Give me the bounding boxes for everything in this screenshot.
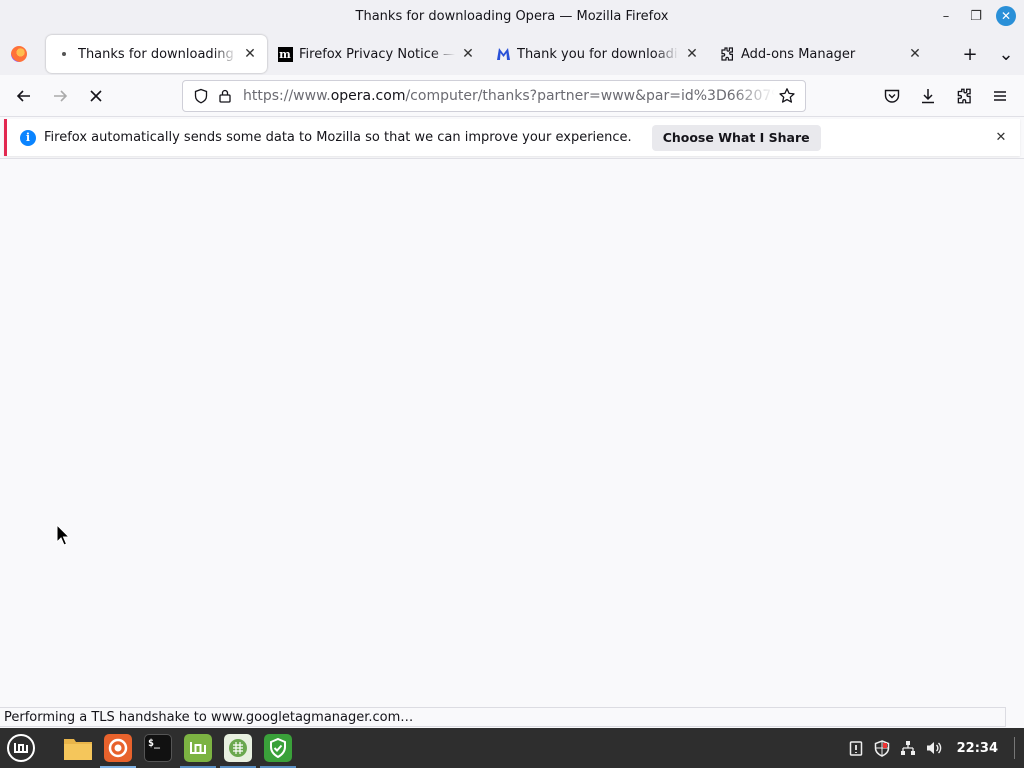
new-tab-button[interactable]: +: [952, 36, 988, 72]
tab-label: Add-ons Manager: [741, 46, 856, 62]
lock-icon[interactable]: [213, 84, 237, 108]
clipboard-alert-icon[interactable]: [847, 739, 865, 757]
tab-close-button[interactable]: ✕: [906, 45, 924, 63]
url-text[interactable]: https://www.opera.com/computer/thanks?pa…: [237, 88, 775, 104]
bookmark-star-icon[interactable]: [775, 84, 799, 108]
tab-strip: Thanks for downloading Opera ✕ m Firefox…: [0, 33, 1024, 75]
app-menu-button[interactable]: [982, 80, 1018, 112]
extensions-button[interactable]: [946, 80, 982, 112]
forward-button[interactable]: [42, 80, 78, 112]
terminal-icon: $_: [144, 734, 172, 762]
hamburger-menu-icon: [994, 91, 1006, 101]
tab-label: Thank you for downloading Malwarebytes: [517, 46, 679, 62]
tab-opera-thanks[interactable]: Thanks for downloading Opera ✕: [46, 35, 267, 73]
malwarebytes-icon: [495, 46, 511, 62]
show-desktop-button[interactable]: [1014, 737, 1018, 759]
close-x-icon: [90, 89, 102, 102]
close-window-button[interactable]: ✕: [996, 6, 1016, 26]
navigation-toolbar: https://www.opera.com/computer/thanks?pa…: [0, 75, 1024, 117]
terminal-launcher[interactable]: $_: [138, 728, 178, 768]
pocket-icon: [884, 89, 900, 103]
tracking-protection-shield-icon[interactable]: [189, 84, 213, 108]
taskbar: $_ 22:34: [0, 728, 1024, 768]
window-titlebar: Thanks for downloading Opera — Mozilla F…: [0, 0, 1024, 33]
status-panel: Performing a TLS handshake to www.google…: [0, 707, 1006, 727]
minimize-button[interactable]: –: [936, 6, 956, 26]
list-all-tabs-button[interactable]: ⌄: [988, 36, 1024, 72]
notification-message: Firefox automatically sends some data to…: [44, 130, 632, 145]
puzzle-icon: [957, 88, 971, 104]
firefox-icon: [104, 734, 132, 762]
firefox-view-button[interactable]: [0, 33, 38, 75]
mouse-pointer-icon: [56, 524, 71, 546]
mozilla-m-icon: m: [277, 46, 293, 62]
spreadsheet-icon: [224, 734, 252, 762]
stop-loading-button[interactable]: [78, 80, 114, 112]
mintupdate-icon: [184, 734, 212, 762]
tab-close-button[interactable]: ✕: [683, 45, 701, 63]
mint-menu-button[interactable]: [0, 728, 42, 768]
arrow-right-icon: [54, 89, 68, 102]
tab-firefox-privacy[interactable]: m Firefox Privacy Notice — Mozilla ✕: [267, 35, 485, 73]
tab-close-button[interactable]: ✕: [459, 45, 477, 63]
choose-what-i-share-button[interactable]: Choose What I Share: [651, 124, 821, 151]
maximize-button[interactable]: ❐: [966, 6, 986, 26]
mint-menu-icon: [7, 734, 35, 762]
downloads-button[interactable]: [910, 80, 946, 112]
firefox-launcher[interactable]: [98, 728, 138, 768]
back-button[interactable]: [6, 80, 42, 112]
shield-app-icon: [264, 734, 292, 762]
shield-tray-icon[interactable]: [873, 739, 891, 757]
tab-addons-manager[interactable]: Add-ons Manager ✕: [709, 35, 932, 73]
window-title: Thanks for downloading Opera — Mozilla F…: [355, 9, 669, 24]
tab-label: Firefox Privacy Notice — Mozilla: [299, 46, 455, 62]
tab-close-button[interactable]: ✕: [241, 45, 259, 63]
firefox-logo-icon: [11, 46, 27, 62]
system-tray: 22:34: [847, 737, 1024, 759]
download-icon: [922, 89, 934, 104]
tab-label: Thanks for downloading Opera: [78, 46, 237, 62]
notification-close-button[interactable]: ✕: [992, 128, 1010, 146]
pocket-button[interactable]: [874, 80, 910, 112]
address-bar[interactable]: https://www.opera.com/computer/thanks?pa…: [182, 80, 806, 112]
spreadsheet-launcher[interactable]: [218, 728, 258, 768]
network-icon[interactable]: [899, 739, 917, 757]
puzzle-icon: [719, 46, 735, 62]
data-collection-notification-bar: i Firefox automatically sends some data …: [4, 119, 1020, 156]
clock[interactable]: 22:34: [957, 741, 998, 756]
tab-malwarebytes[interactable]: Thank you for downloading Malwarebytes ✕: [485, 35, 709, 73]
info-icon: i: [20, 129, 36, 146]
shield-app-launcher[interactable]: [258, 728, 298, 768]
files-launcher[interactable]: [58, 728, 98, 768]
volume-icon[interactable]: [925, 739, 943, 757]
arrow-left-icon: [16, 89, 30, 102]
mintupdate-launcher[interactable]: [178, 728, 218, 768]
loading-dot-icon: [56, 46, 72, 62]
files-folder-icon: [64, 739, 92, 760]
page-content-area[interactable]: [0, 158, 1024, 708]
